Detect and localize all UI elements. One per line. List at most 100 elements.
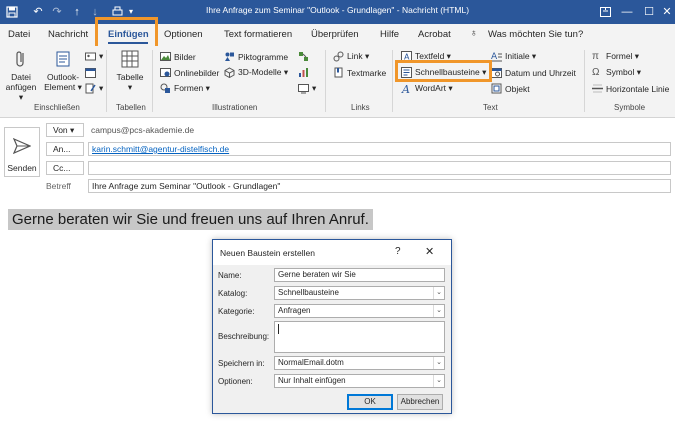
tabelle-button[interactable]: Tabelle ▾ (114, 50, 146, 92)
tab-hilfe[interactable]: Hilfe (380, 29, 399, 40)
message-body-selected-text[interactable]: Gerne beraten wir Sie und freuen uns auf… (8, 209, 373, 230)
tab-optionen[interactable]: Optionen (164, 29, 203, 40)
formel-button[interactable]: π Formel ▾ (592, 50, 639, 63)
bilder-label: Bilder (174, 51, 196, 62)
group-label-einschliessen: Einschließen (34, 103, 80, 112)
outlook-element-button[interactable]: Outlook- Element ▾ (44, 50, 82, 92)
send-icon (12, 137, 32, 155)
diagramm-button[interactable] (298, 66, 312, 79)
speichern-select[interactable]: NormalEmail.dotm ⌄ (274, 356, 445, 370)
tabelle-label: Tabelle (116, 72, 144, 82)
smartart-button[interactable] (298, 50, 312, 63)
wordart-icon: A (401, 83, 410, 94)
maximize-icon[interactable]: ☐ (640, 3, 658, 21)
optionen-select[interactable]: Nur Inhalt einfügen ⌄ (274, 374, 445, 388)
3d-modelle-button[interactable]: 3D-Modelle ▾ (224, 66, 288, 79)
tab-nachricht[interactable]: Nachricht (48, 29, 88, 40)
screenshot-button[interactable]: ▾ (298, 82, 316, 95)
symbol-button[interactable]: Ω Symbol ▾ (592, 66, 641, 79)
horizontale-linie-button[interactable]: Horizontale Linie (592, 82, 669, 95)
signatur-button[interactable]: ▾ (85, 82, 103, 95)
piktogramme-button[interactable]: Piktogramme (224, 50, 288, 63)
speichern-value: NormalEmail.dotm (278, 358, 344, 367)
ribbon-display-icon[interactable] (596, 3, 614, 21)
an-field[interactable]: karin.schmitt@agentur-distelfisch.de (88, 142, 671, 156)
pi-icon: π (592, 51, 599, 62)
cc-button[interactable]: Cc... (46, 161, 84, 175)
save-icon[interactable] (4, 4, 20, 20)
kategorie-label: Kategorie: (218, 307, 255, 316)
name-input[interactable]: Gerne beraten wir Sie (274, 268, 445, 282)
tab-text-formatieren[interactable]: Text formatieren (224, 29, 292, 40)
omega-icon: Ω (592, 67, 600, 78)
chevron-down-icon: ⌄ (433, 287, 444, 299)
datum-uhrzeit-button[interactable]: Datum und Uhrzeit (491, 66, 576, 79)
katalog-label: Katalog: (218, 289, 248, 298)
bilder-button[interactable]: Bilder (160, 50, 196, 63)
cc-field[interactable] (88, 161, 671, 175)
chevron-down-icon: ⌄ (433, 375, 444, 387)
horizontale-linie-label: Horizontale Linie (606, 83, 670, 94)
onlinebilder-label: Onlinebilder (174, 67, 220, 78)
tab-datei[interactable]: Datei (8, 29, 30, 40)
kalender-button[interactable] (85, 66, 99, 79)
initiale-label: Initiale ▾ (505, 51, 537, 61)
kategorie-select[interactable]: Anfragen ⌄ (274, 304, 445, 318)
outlook-element-icon (44, 50, 82, 70)
datei-anfuegen-button[interactable]: Datei anfügen ▾ (4, 50, 38, 102)
tab-ueberpruefen[interactable]: Überprüfen (311, 29, 359, 40)
3d-model-icon (224, 67, 235, 78)
dialog-close-icon[interactable]: ✕ (425, 245, 434, 258)
link-icon (333, 51, 344, 62)
signature-icon (85, 83, 96, 94)
speichern-label: Speichern in: (218, 359, 265, 368)
onlinebilder-button[interactable]: Onlinebilder (160, 66, 219, 79)
cancel-button[interactable]: Abbrechen (397, 394, 443, 410)
tell-me-search[interactable]: Was möchten Sie tun? (488, 29, 583, 40)
object-icon (491, 83, 502, 94)
formen-button[interactable]: Formen ▾ (160, 82, 210, 95)
minimize-icon[interactable]: — (618, 3, 636, 21)
send-button[interactable]: Senden (4, 127, 40, 177)
calendar-icon (85, 68, 96, 78)
optionen-label: Optionen: (218, 377, 253, 386)
beschreibung-textarea[interactable] (274, 321, 445, 353)
redo-icon[interactable]: ↷ (50, 4, 64, 20)
link-button[interactable]: Link ▾ (333, 50, 369, 63)
von-value: campus@pcs-akademie.de (91, 125, 195, 135)
katalog-select[interactable]: Schnellbausteine ⌄ (274, 286, 445, 300)
separator (584, 50, 585, 112)
bookmark-icon (334, 67, 343, 78)
an-button[interactable]: An... (46, 142, 84, 156)
close-icon[interactable]: ✕ (658, 3, 675, 21)
beschreibung-label: Beschreibung: (218, 332, 270, 341)
chevron-down-icon: ⌄ (433, 305, 444, 317)
chart-icon (299, 68, 308, 77)
objekt-button[interactable]: Objekt (491, 82, 530, 95)
wordart-label: WordArt ▾ (415, 83, 453, 93)
business-card-icon (85, 52, 96, 61)
piktogramme-label: Piktogramme (238, 51, 289, 62)
ok-button[interactable]: OK (347, 394, 393, 410)
tab-acrobat[interactable]: Acrobat (418, 29, 451, 40)
undo-icon[interactable]: ↶ (30, 4, 46, 20)
textmarke-button[interactable]: Textmarke (333, 66, 386, 79)
date-time-icon (491, 68, 502, 78)
shapes-icon (160, 83, 170, 93)
wordart-button[interactable]: A WordArt ▾ (401, 82, 453, 95)
group-label-links: Links (351, 103, 370, 112)
send-label: Senden (7, 163, 37, 173)
new-building-block-dialog: Neuen Baustein erstellen ? ✕ Name: Gerne… (212, 239, 452, 414)
betreff-field[interactable]: Ihre Anfrage zum Seminar "Outlook - Grun… (88, 179, 671, 193)
help-icon[interactable]: ? (395, 246, 401, 257)
window-title: Ihre Anfrage zum Seminar "Outlook - Grun… (206, 5, 470, 15)
pictogram-icon (225, 52, 234, 61)
up-arrow-icon[interactable]: ↑ (70, 4, 84, 20)
initiale-button[interactable]: A Initiale ▾ (491, 50, 536, 63)
datei-anfuegen-label-1: Datei (11, 72, 31, 82)
online-picture-icon (160, 68, 171, 77)
von-button[interactable]: Von ▾ (46, 123, 84, 137)
visitenkarte-button[interactable]: ▾ (85, 50, 103, 63)
an-recipient[interactable]: karin.schmitt@agentur-distelfisch.de (92, 144, 229, 154)
text-cursor (278, 324, 279, 334)
